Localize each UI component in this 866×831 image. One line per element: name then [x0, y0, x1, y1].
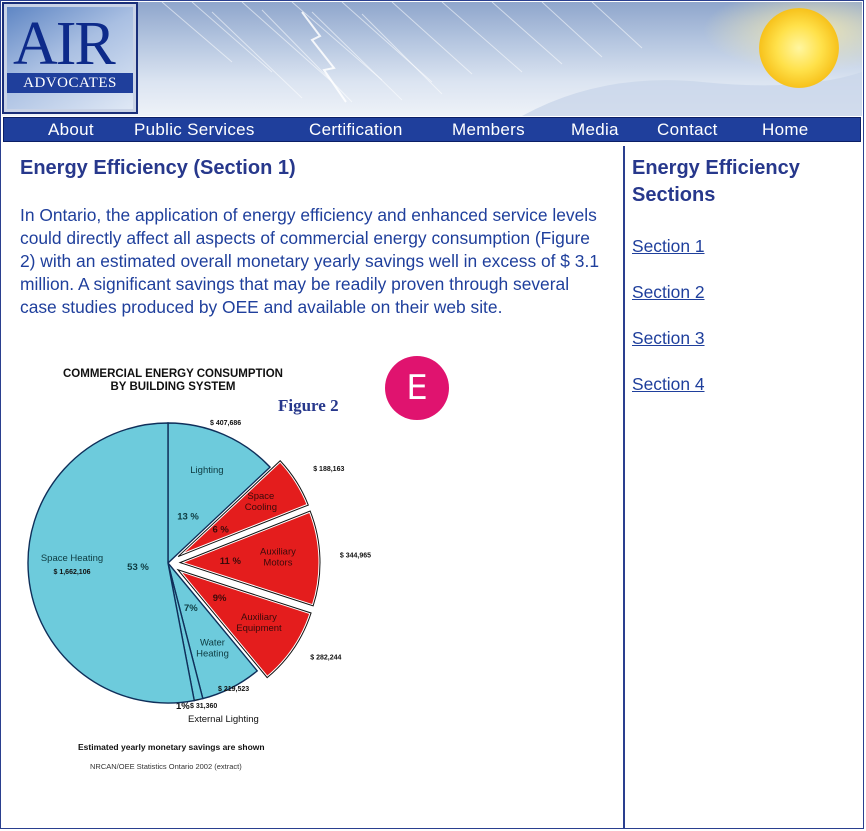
chart-title-line2: BY BUILDING SYSTEM [110, 381, 236, 393]
pie-savings-label: $ 188,163 [313, 466, 344, 473]
pie-savings-label: $ 282,244 [310, 655, 341, 662]
pie-name-label: Space Heating [41, 553, 103, 564]
sidebar-link-section-3[interactable]: Section 3 [632, 328, 705, 349]
pie-savings-label: $ 407,686 [210, 420, 241, 427]
nav-members[interactable]: Members [452, 119, 525, 141]
sidebar-link-section-4[interactable]: Section 4 [632, 374, 705, 395]
pie-percent-label: 13 % [177, 512, 199, 523]
pie-percent-label: 53 % [127, 562, 149, 573]
pie-name-label: Water [200, 637, 225, 648]
pie-savings-label: $ 1,662,106 [54, 569, 91, 576]
pie-name-label: Auxiliary [241, 612, 277, 623]
chart-title: COMMERCIAL ENERGY CONSUMPTION BY BUILDIN… [48, 368, 298, 394]
pie-percent-label: 7% [184, 603, 198, 614]
pie-savings-label: $ 344,965 [340, 553, 371, 560]
site-logo[interactable]: AIR ADVOCATES [2, 2, 138, 114]
nav-about[interactable]: About [48, 119, 94, 141]
sidebar-link-section-2[interactable]: Section 2 [632, 282, 705, 303]
pie-percent-label: 11 % [220, 556, 242, 567]
nav-home[interactable]: Home [762, 119, 809, 141]
pie-percent-label: 6 % [212, 525, 229, 536]
logo-sub-text: ADVOCATES [23, 75, 117, 91]
pie-chart: 13 % Lighting $ 407,686 6 % SpaceCooling $ 18… [27, 420, 371, 725]
sidebar-title: Energy Efficiency Sections [632, 157, 800, 206]
pie-name-label: Auxiliary [260, 547, 296, 558]
page-title: Energy Efficiency (Section 1) [20, 157, 296, 179]
pie-percent-label: 9% [213, 593, 227, 604]
intro-paragraph: In Ontario, the application of energy ef… [20, 205, 599, 317]
logo-main-text: AIR [13, 10, 116, 78]
main-nav: About Public Services Certification Memb… [3, 117, 861, 142]
nav-media[interactable]: Media [571, 119, 619, 141]
pie-name-label: Motors [263, 558, 292, 569]
nav-contact[interactable]: Contact [657, 119, 718, 141]
nav-certification[interactable]: Certification [309, 119, 403, 141]
chart-title-line1: COMMERCIAL ENERGY CONSUMPTION [62, 368, 283, 380]
sun-icon [759, 8, 839, 88]
chart-source: NRCAN/OEE Statistics Ontario 2002 (extra… [90, 762, 242, 771]
sidebar-link-section-1[interactable]: Section 1 [632, 236, 705, 257]
pie-name-label: Lighting [190, 465, 223, 476]
pie-name-label: External Lighting [188, 714, 259, 725]
pie-savings-label: $ 219,523 [218, 686, 249, 693]
nav-public-services[interactable]: Public Services [134, 119, 255, 141]
pie-name-label: Heating [196, 648, 229, 659]
pie-name-label: Space [247, 491, 274, 502]
pie-name-label: Equipment [236, 623, 282, 634]
chart-footnote: Estimated yearly monetary savings are sh… [78, 742, 265, 752]
pie-savings-label: $ 31,360 [190, 703, 217, 710]
pie-name-label: Cooling [245, 502, 277, 513]
